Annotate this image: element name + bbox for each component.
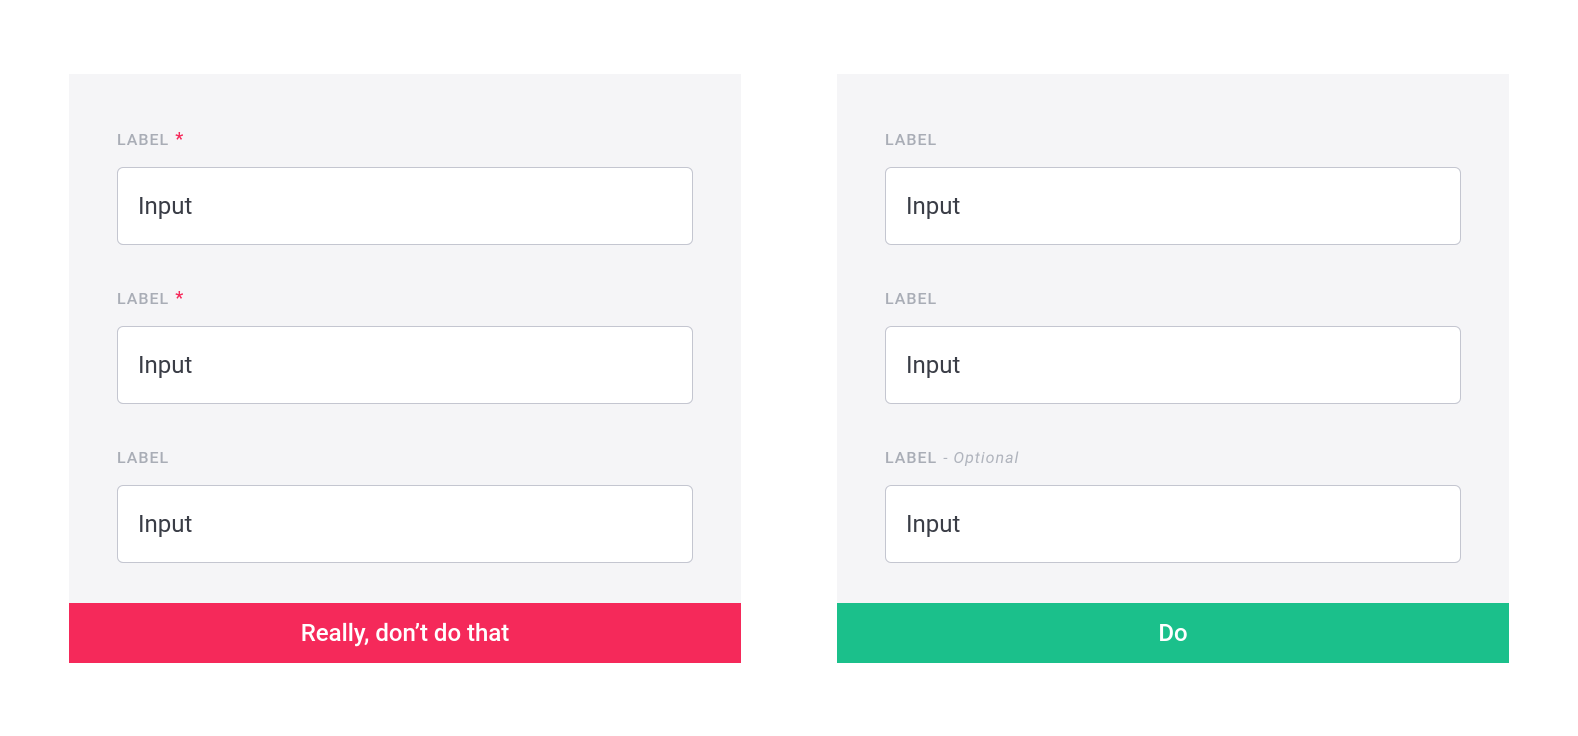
required-asterisk: * [175,131,184,149]
dont-footer-banner: Really, don’t do that [69,603,741,663]
text-input[interactable] [117,485,693,563]
dont-form-area: LABEL * LABEL * LABEL [69,74,741,603]
field-label: LABEL * [117,130,693,149]
text-input[interactable] [885,485,1461,563]
label-text: LABEL [117,448,169,467]
field-label: LABEL [885,289,1461,308]
text-input[interactable] [885,167,1461,245]
label-text: LABEL [117,130,169,149]
form-row: LABEL - Optional [885,448,1461,563]
do-panel: LABEL LABEL LABEL - Optional Do [837,74,1509,663]
field-label: LABEL * [117,289,693,308]
text-input[interactable] [117,326,693,404]
label-text: LABEL [117,289,169,308]
form-row: LABEL * [117,289,693,404]
field-label: LABEL [885,130,1461,149]
field-label: LABEL - Optional [885,448,1461,467]
required-asterisk: * [175,290,184,308]
optional-suffix: - Optional [943,448,1019,467]
do-form-area: LABEL LABEL LABEL - Optional [837,74,1509,603]
text-input[interactable] [885,326,1461,404]
form-row: LABEL [885,289,1461,404]
do-footer-banner: Do [837,603,1509,663]
form-row: LABEL [885,130,1461,245]
do-footer-text: Do [1158,619,1187,647]
label-text: LABEL [885,448,937,467]
text-input[interactable] [117,167,693,245]
field-label: LABEL [117,448,693,467]
form-row: LABEL [117,448,693,563]
form-row: LABEL * [117,130,693,245]
dont-footer-text: Really, don’t do that [301,619,510,647]
label-text: LABEL [885,289,937,308]
label-text: LABEL [885,130,937,149]
dont-panel: LABEL * LABEL * LABEL Really, don’t do t… [69,74,741,663]
